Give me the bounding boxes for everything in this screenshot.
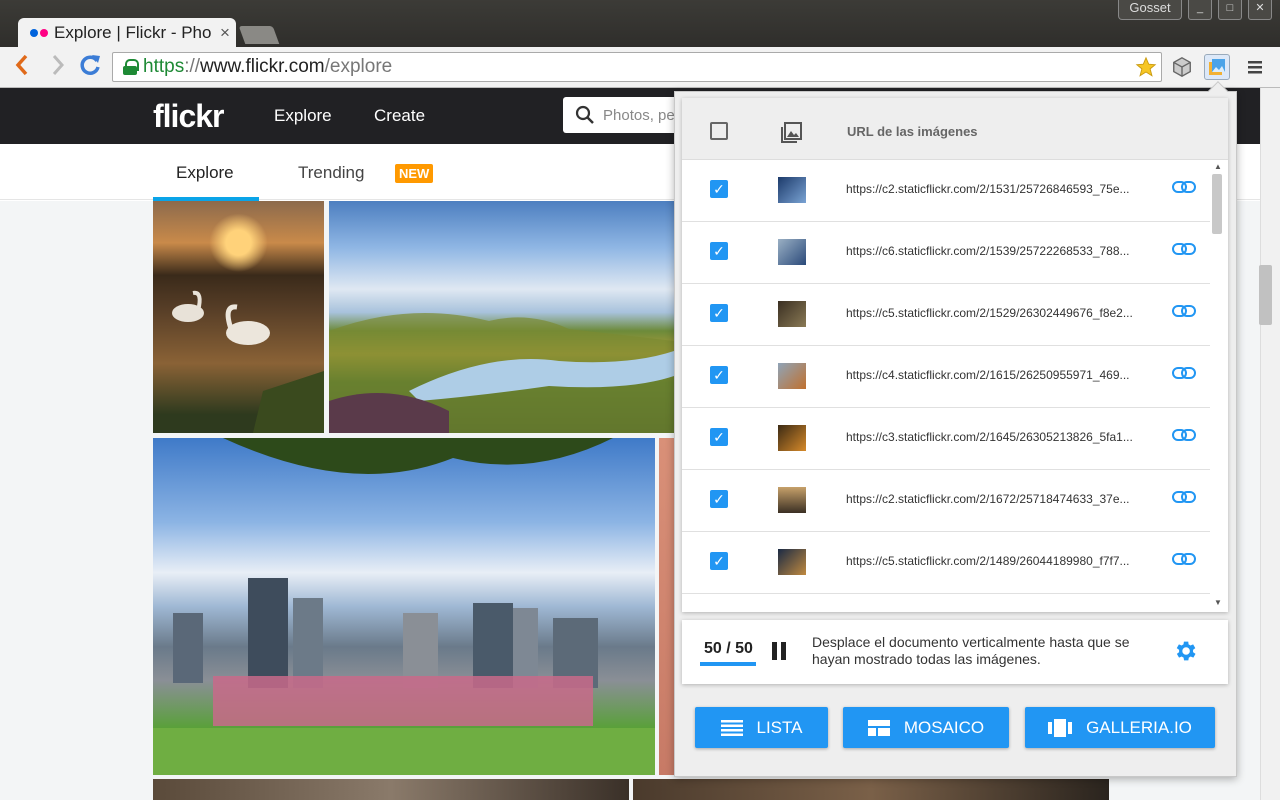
url-row[interactable]: ✓ https://c5.staticflickr.com/2/1489/260… [682, 532, 1210, 594]
row-url-text: https://c6.staticflickr.com/2/1539/25722… [846, 244, 1130, 258]
row-checkbox[interactable]: ✓ [710, 242, 728, 260]
list-header: URL de las imágenes [682, 98, 1228, 160]
link-icon[interactable] [1172, 180, 1196, 199]
browser-tab-flickr[interactable]: Explore | Flickr - Pho × [18, 18, 236, 48]
list-scrollbar-thumb[interactable] [1212, 174, 1222, 234]
flickr-logo[interactable]: flickr [153, 98, 224, 135]
status-message: Desplace el documento verticalmente hast… [812, 634, 1130, 667]
gear-icon[interactable] [1172, 638, 1198, 669]
window-close-button[interactable]: ✕ [1248, 0, 1272, 20]
link-icon[interactable] [1172, 428, 1196, 447]
status-panel: 50 / 50 Desplace el documento verticalme… [682, 620, 1228, 684]
lista-button[interactable]: LISTA [695, 707, 828, 748]
row-thumbnail[interactable] [778, 363, 806, 389]
tab-explore[interactable]: Explore [176, 163, 234, 183]
row-url-text: https://c5.staticflickr.com/2/1529/26302… [846, 306, 1133, 320]
photo-swans-sunset[interactable] [153, 201, 324, 433]
row-thumbnail[interactable] [778, 487, 806, 513]
chrome-menu-icon[interactable] [1242, 54, 1268, 80]
row-thumbnail[interactable] [778, 301, 806, 327]
lock-icon [123, 59, 139, 75]
new-tab-button[interactable] [238, 26, 280, 44]
link-icon[interactable] [1172, 366, 1196, 385]
bookmark-star-icon[interactable] [1133, 54, 1159, 80]
row-url-text: https://c2.staticflickr.com/2/1531/25726… [846, 182, 1130, 196]
link-icon[interactable] [1172, 552, 1196, 571]
scan-progress-bar [700, 662, 756, 666]
row-checkbox[interactable]: ✓ [710, 366, 728, 384]
row-thumbnail[interactable] [778, 549, 806, 575]
url-row[interactable]: ✓ https://c6.staticflickr.com/2/1539/257… [682, 222, 1210, 284]
nav-explore-link[interactable]: Explore [274, 106, 332, 126]
tab-title: Explore | Flickr - Pho [54, 23, 212, 42]
galleria-button[interactable]: GALLERIA.IO [1025, 707, 1215, 748]
mosaic-icon [867, 719, 890, 736]
row-checkbox[interactable]: ✓ [710, 180, 728, 198]
window-user-label: Gosset [1118, 0, 1182, 20]
window-maximize-button[interactable]: □ [1218, 0, 1242, 20]
url-rows: ✓ https://c2.staticflickr.com/2/1531/257… [682, 160, 1210, 612]
row-checkbox[interactable]: ✓ [710, 552, 728, 570]
url-row[interactable]: ✓ https://c5.staticflickr.com/2/1529/263… [682, 284, 1210, 346]
row-url-text: https://c3.staticflickr.com/2/1645/26305… [846, 430, 1133, 444]
link-icon[interactable] [1172, 304, 1196, 323]
url-row[interactable]: ✓ https://c3.staticflickr.com/2/1645/263… [682, 408, 1210, 470]
mosaico-button[interactable]: MOSAICO [843, 707, 1009, 748]
forward-icon[interactable] [50, 53, 66, 84]
browser-toolbar: https://www.flickr.com/explore [0, 47, 1280, 88]
link-icon[interactable] [1172, 490, 1196, 509]
flickr-favicon-icon [30, 29, 48, 37]
scroll-down-arrow-icon[interactable]: ▼ [1214, 598, 1222, 607]
carousel-icon [1048, 718, 1073, 737]
row-checkbox[interactable]: ✓ [710, 428, 728, 446]
scroll-up-arrow-icon[interactable]: ▲ [1214, 162, 1222, 171]
page-scrollbar[interactable] [1260, 88, 1280, 800]
lista-label: LISTA [756, 717, 803, 737]
url-scheme: https [143, 56, 185, 77]
scan-progress-fill [700, 662, 756, 666]
url-row[interactable]: ✓ https://c4.staticflickr.com/2/1615/262… [682, 346, 1210, 408]
nav-create-link[interactable]: Create [374, 106, 425, 126]
window-minimize-button[interactable]: _ [1188, 0, 1212, 20]
photo-brisbane-sign[interactable] [153, 438, 655, 775]
select-all-checkbox[interactable] [710, 122, 728, 140]
row-url-text: https://c5.staticflickr.com/2/1489/26044… [846, 554, 1130, 568]
row-thumbnail[interactable] [778, 177, 806, 203]
list-icon [720, 719, 743, 736]
image-url-list: URL de las imágenes ✓ https://c2.staticf… [682, 98, 1228, 612]
photo-bottom-strip-1[interactable] [153, 779, 629, 800]
url-path: /explore [324, 56, 393, 77]
galleria-label: GALLERIA.IO [1086, 717, 1192, 737]
link-icon[interactable] [1172, 242, 1196, 261]
row-checkbox[interactable]: ✓ [710, 490, 728, 508]
row-url-text: https://c4.staticflickr.com/2/1615/26250… [846, 368, 1130, 382]
pause-icon[interactable] [772, 642, 786, 660]
row-thumbnail[interactable] [778, 239, 806, 265]
url-host: www.flickr.com [200, 56, 325, 77]
url-column-header: URL de las imágenes [847, 124, 978, 139]
tab-close-icon[interactable]: × [220, 23, 230, 43]
address-bar[interactable]: https://www.flickr.com/explore [112, 52, 1162, 82]
url-row[interactable]: ✓ https://c2.staticflickr.com/2/1672/257… [682, 470, 1210, 532]
mosaico-label: MOSAICO [903, 717, 985, 737]
image-icon [780, 120, 804, 149]
photo-partial-right[interactable] [659, 438, 675, 775]
photo-bottom-strip-2[interactable] [633, 779, 1109, 800]
back-icon[interactable] [14, 53, 30, 84]
tab-trending[interactable]: Trending [298, 163, 364, 183]
url-separator: :// [184, 56, 201, 77]
search-icon [575, 105, 594, 124]
page-scrollbar-thumb[interactable] [1259, 265, 1272, 325]
url-row[interactable]: ✓ https://c2.staticflickr.com/2/1531/257… [682, 160, 1210, 222]
image-downloader-extension-icon[interactable] [1204, 54, 1230, 80]
search-placeholder: Photos, pe [603, 106, 675, 124]
row-url-text: https://c2.staticflickr.com/2/1672/25718… [846, 492, 1130, 506]
extension-cube-icon[interactable] [1169, 54, 1195, 80]
new-badge: NEW [395, 164, 434, 183]
row-thumbnail[interactable] [778, 425, 806, 451]
row-checkbox[interactable]: ✓ [710, 304, 728, 322]
reload-icon[interactable] [78, 53, 102, 84]
photo-loch-landscape[interactable] [329, 201, 674, 433]
image-count: 50 / 50 [704, 640, 753, 657]
